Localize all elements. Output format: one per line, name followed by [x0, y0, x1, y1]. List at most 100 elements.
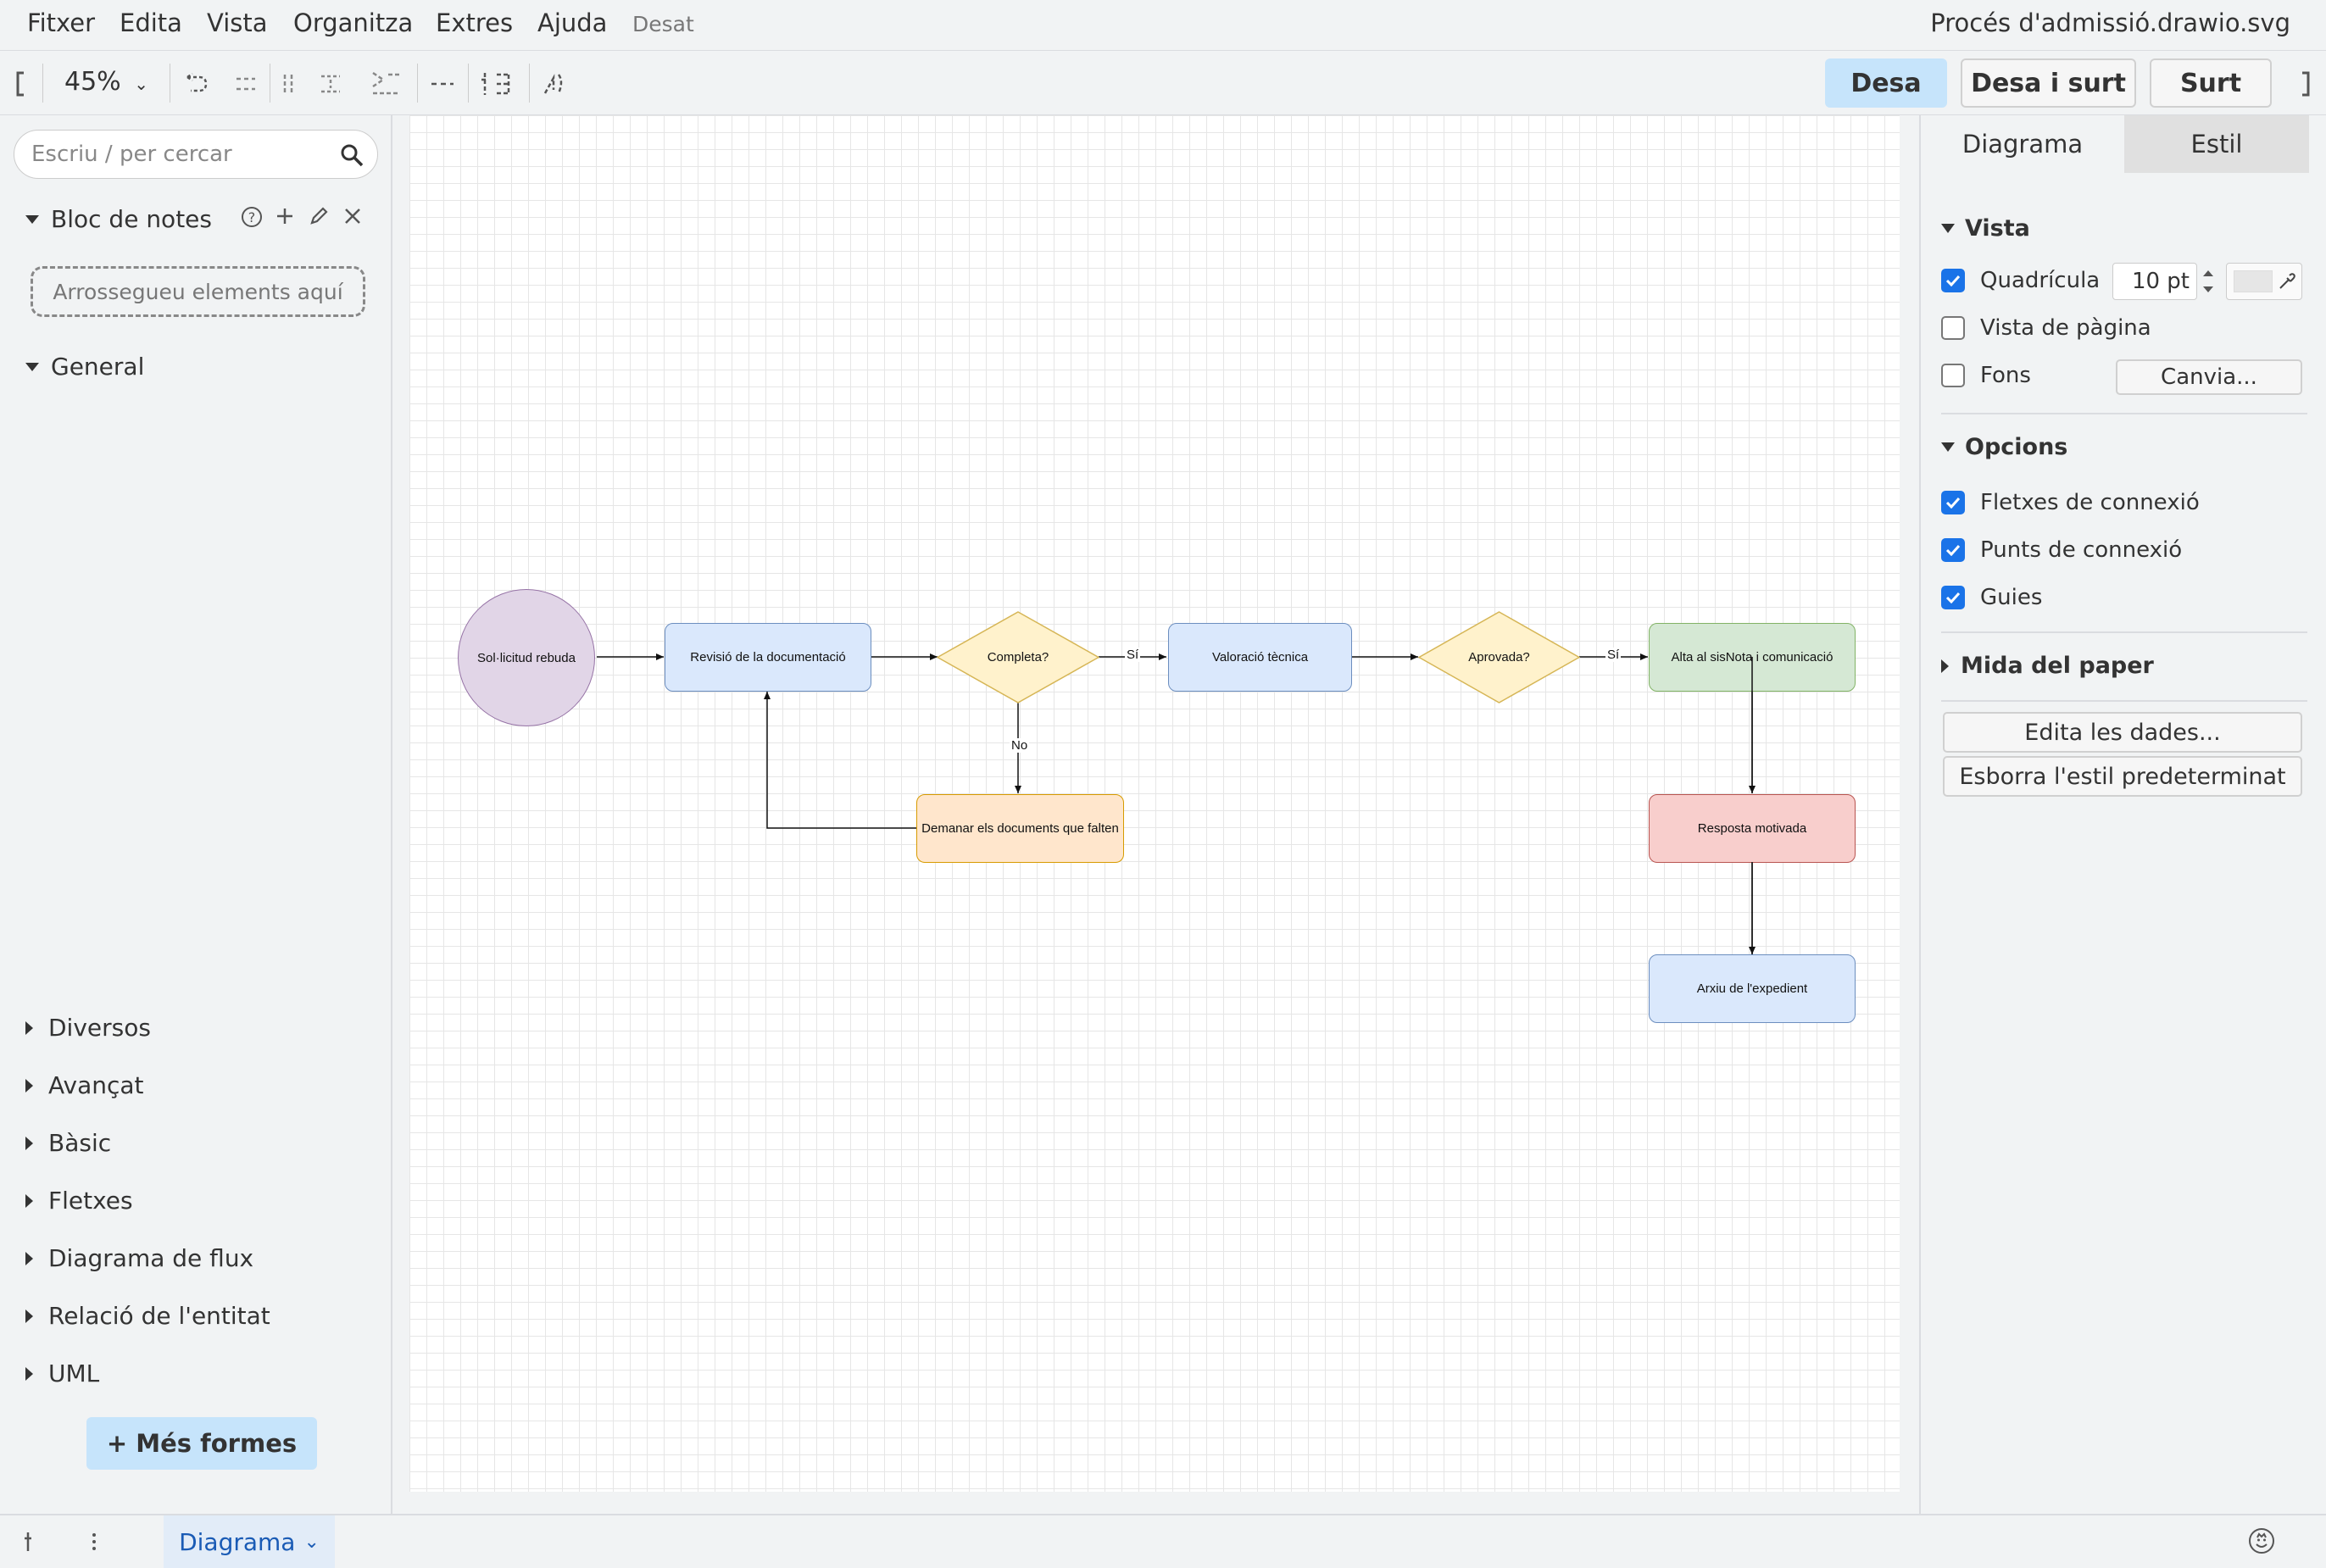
edge-overlay: [1751, 657, 1753, 954]
background-option[interactable]: Fons: [1941, 363, 2031, 388]
expanded-triangle-icon: [25, 362, 39, 371]
library-label: UML: [48, 1359, 100, 1387]
library-general[interactable]: General: [25, 353, 144, 381]
add-icon[interactable]: [275, 206, 295, 232]
format-panel: Diagrama Estil Vista Quadrícula 10 pt Vi…: [1919, 115, 2326, 1514]
grid-size-stepper[interactable]: [2199, 263, 2217, 300]
delete-icon[interactable]: [271, 67, 305, 101]
waypoints-icon[interactable]: [480, 67, 514, 101]
collapse-sidebar-icon[interactable]: [3, 67, 37, 101]
library-label: Avançat: [48, 1071, 144, 1099]
help-icon[interactable]: ?: [241, 206, 263, 234]
view-section-header[interactable]: Vista: [1941, 215, 2030, 242]
section-divider: [1941, 700, 2307, 702]
edit-data-button[interactable]: Edita les dades...: [1943, 712, 2302, 753]
edge-label-no[interactable]: No: [1010, 738, 1030, 753]
connection-arrows-option[interactable]: Fletxes de connexió: [1941, 490, 2200, 515]
grid-color-picker[interactable]: [2226, 263, 2302, 300]
collapsed-triangle-icon: [25, 1078, 33, 1093]
guides-option[interactable]: Guies: [1941, 585, 2042, 610]
library-flowchart[interactable]: Diagrama de flux: [25, 1244, 253, 1272]
shape-search[interactable]: [14, 130, 378, 179]
insert-icon[interactable]: [537, 67, 571, 101]
diagram-canvas[interactable]: Sol·licitud rebuda Revisió de la documen…: [409, 115, 1900, 1492]
collapsed-triangle-icon: [25, 1366, 33, 1381]
change-background-button[interactable]: Canvia...: [2116, 359, 2302, 395]
options-section-header[interactable]: Opcions: [1941, 434, 2067, 460]
toolbar: 45% ⌄ Desa Desa i surt Surt: [0, 52, 2326, 115]
grid-checkbox[interactable]: [1941, 269, 1965, 292]
library-uml[interactable]: UML: [25, 1359, 99, 1387]
connection-points-label: Punts de connexió: [1980, 537, 2183, 563]
scratchpad-dropzone[interactable]: Arrossegueu elements aquí: [31, 266, 365, 317]
menu-edit[interactable]: Edita: [120, 8, 182, 37]
connection-points-option[interactable]: Punts de connexió: [1941, 537, 2182, 563]
tab-style[interactable]: Estil: [2124, 115, 2309, 173]
connection-arrows-label: Fletxes de connexió: [1980, 490, 2200, 515]
github-icon[interactable]: [2248, 1527, 2275, 1558]
redo-icon[interactable]: [229, 67, 263, 101]
library-basic[interactable]: Bàsic: [25, 1129, 111, 1157]
edit-icon[interactable]: [309, 206, 329, 232]
connector-style-icon[interactable]: [426, 67, 459, 101]
paper-size-section-header[interactable]: Mida del paper: [1941, 653, 2154, 679]
library-label: Diversos: [48, 1014, 151, 1042]
zoom-level: 45%: [64, 67, 121, 97]
edge-label-yes[interactable]: Sí: [1125, 648, 1141, 662]
library-advanced[interactable]: Avançat: [25, 1071, 144, 1099]
collapsed-triangle-icon: [25, 1193, 33, 1208]
svg-text:?: ?: [248, 209, 256, 225]
more-shapes-button[interactable]: + Més formes: [86, 1417, 317, 1470]
page-menu-icon[interactable]: [22, 1531, 34, 1556]
connection-points-checkbox[interactable]: [1941, 538, 1965, 562]
search-icon[interactable]: [340, 143, 364, 167]
grid-size-field[interactable]: 10 pt: [2112, 263, 2197, 300]
search-input[interactable]: [31, 139, 337, 170]
save-button[interactable]: Desa: [1825, 58, 1947, 108]
save-and-exit-button[interactable]: Desa i surt: [1961, 58, 2136, 108]
scratchpad-header[interactable]: Bloc de notes: [25, 205, 212, 233]
menu-file[interactable]: Fitxer: [27, 8, 95, 37]
zoom-dropdown[interactable]: 45% ⌄: [64, 67, 148, 97]
page-view-checkbox[interactable]: [1941, 316, 1965, 340]
tab-diagram[interactable]: Diagrama: [1921, 115, 2124, 173]
toolbar-separator: [529, 64, 530, 103]
menu-help[interactable]: Ajuda: [537, 8, 607, 37]
toolbar-separator: [417, 64, 418, 103]
guides-label: Guies: [1980, 585, 2043, 610]
eyedropper-icon: [2279, 273, 2295, 289]
grid-size-value: 10 pt: [2131, 269, 2190, 294]
undo-icon[interactable]: [180, 67, 214, 101]
collapse-format-panel-icon[interactable]: [2289, 67, 2323, 101]
to-back-icon[interactable]: [370, 67, 403, 101]
close-icon[interactable]: [343, 206, 362, 231]
menu-view[interactable]: Vista: [207, 8, 268, 37]
library-entity-relation[interactable]: Relació de l'entitat: [25, 1302, 270, 1330]
connection-arrows-checkbox[interactable]: [1941, 491, 1965, 514]
page-view-option[interactable]: Vista de pàgina: [1941, 315, 2151, 341]
clear-default-style-button[interactable]: Esborra l'estil predeterminat: [1943, 756, 2302, 797]
section-title: Vista: [1965, 215, 2030, 242]
menu-arrange[interactable]: Organitza: [293, 8, 413, 37]
expanded-triangle-icon: [1941, 442, 1955, 452]
page-tabs-bar: Diagrama ⌄: [0, 1514, 2326, 1568]
to-front-icon[interactable]: [314, 67, 348, 101]
section-title: Opcions: [1965, 434, 2068, 460]
menu-bar: Fitxer Edita Vista Organitza Extres Ajud…: [0, 0, 2326, 51]
page-tab-diagram[interactable]: Diagrama ⌄: [164, 1515, 335, 1568]
pages-list-icon[interactable]: [88, 1531, 100, 1556]
expanded-triangle-icon: [25, 214, 39, 224]
save-status: Desat: [632, 12, 694, 36]
edge-label-yes[interactable]: Sí: [1605, 648, 1622, 662]
menu-extras[interactable]: Extres: [436, 8, 513, 37]
guides-checkbox[interactable]: [1941, 586, 1965, 609]
expanded-triangle-icon: [1941, 224, 1955, 233]
library-arrows[interactable]: Fletxes: [25, 1187, 133, 1215]
exit-button[interactable]: Surt: [2150, 58, 2272, 108]
grid-option[interactable]: Quadrícula: [1941, 268, 2100, 293]
background-checkbox[interactable]: [1941, 364, 1965, 387]
library-misc[interactable]: Diversos: [25, 1014, 151, 1042]
toolbar-separator: [468, 64, 469, 103]
document-title[interactable]: Procés d'admissió.drawio.svg: [1930, 8, 2290, 37]
page-tab-label: Diagrama: [179, 1527, 296, 1556]
